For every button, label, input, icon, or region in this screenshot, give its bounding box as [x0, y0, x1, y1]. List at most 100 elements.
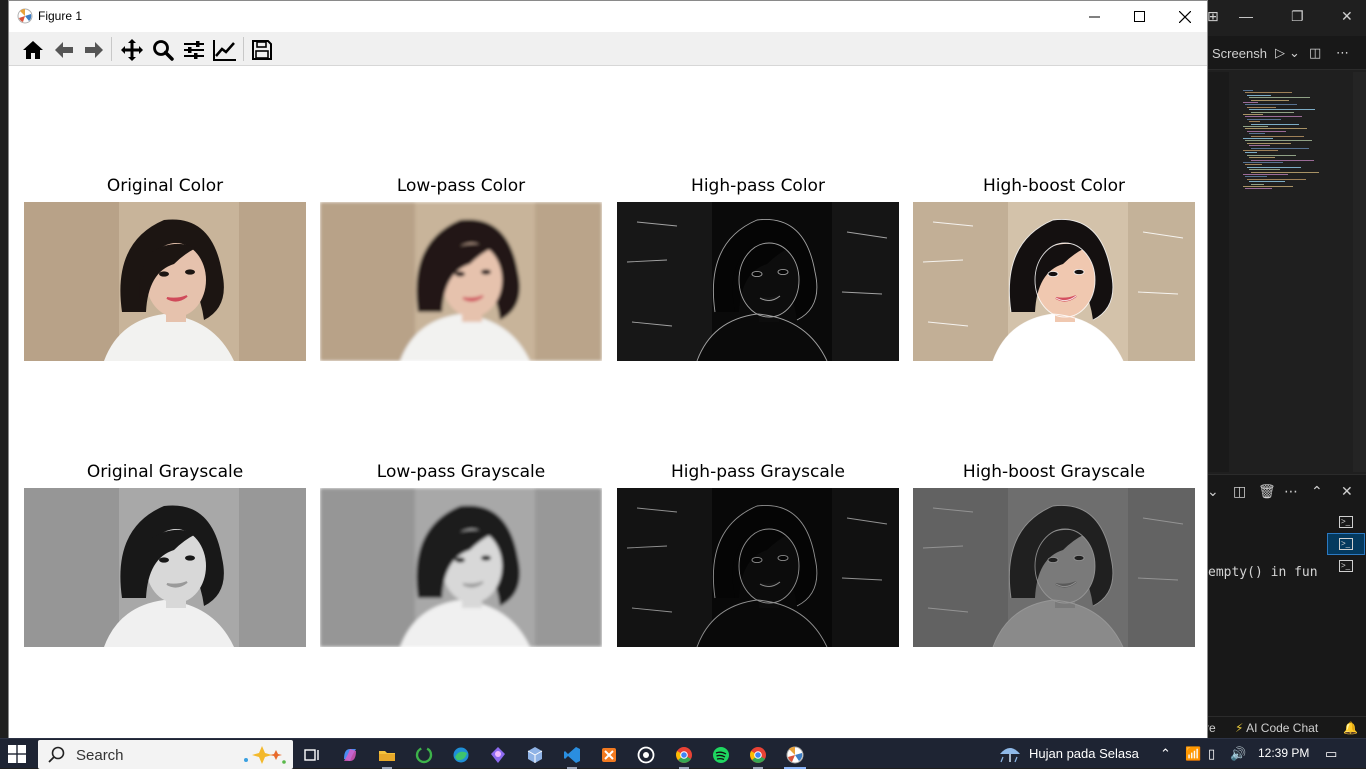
- terminal-icon: >_: [1339, 516, 1353, 528]
- run-icon[interactable]: ▷: [1275, 45, 1285, 61]
- minimap-line: [1251, 123, 1299, 125]
- app-green-circle-icon: [415, 746, 433, 764]
- wifi-icon[interactable]: 📶: [1185, 746, 1201, 762]
- terminal-icon: >_: [1339, 538, 1353, 550]
- subplot-image[interactable]: [913, 488, 1195, 647]
- minimize-icon[interactable]: —: [1239, 8, 1253, 24]
- zoom-button[interactable]: [150, 37, 176, 63]
- more-actions-icon[interactable]: ⋯: [1336, 45, 1349, 61]
- close-button[interactable]: [1162, 1, 1208, 32]
- subplot-image[interactable]: [913, 202, 1195, 361]
- speaker-icon[interactable]: 🔊: [1230, 746, 1246, 762]
- minimap-line: [1245, 188, 1272, 190]
- minimap-line: [1245, 140, 1312, 142]
- more-actions-icon[interactable]: ⋯: [1284, 483, 1298, 500]
- chevron-up-icon[interactable]: ⌃: [1311, 483, 1323, 500]
- editor-gutter: [1205, 72, 1229, 472]
- chevron-down-icon[interactable]: ⌄: [1207, 483, 1219, 500]
- home-button[interactable]: [20, 37, 46, 63]
- ai-code-chat-label: AI Code Chat: [1246, 721, 1319, 735]
- taskbar-app-edge[interactable]: [446, 741, 476, 769]
- subplot-image[interactable]: [24, 488, 306, 647]
- spark-icon: ⚡: [1235, 721, 1244, 735]
- search-icon: [48, 746, 65, 763]
- minimap[interactable]: [1237, 90, 1347, 200]
- file-explorer-icon: [379, 751, 395, 761]
- restore-icon[interactable]: ❐: [1291, 8, 1304, 25]
- edit-axis-icon: [213, 40, 236, 61]
- pan-button[interactable]: [119, 37, 145, 63]
- chevron-up-icon[interactable]: ⌃: [1160, 746, 1171, 762]
- notifications-icon[interactable]: ▭: [1325, 746, 1337, 762]
- subplot-image[interactable]: [617, 202, 899, 361]
- editor-tab[interactable]: Screensh: [1212, 46, 1267, 61]
- taskbar-app-python-figure[interactable]: [780, 741, 810, 769]
- terminal-instance[interactable]: >_: [1327, 533, 1365, 555]
- terminal-output[interactable]: empty() in fun: [1208, 565, 1318, 580]
- subplot-title: High-boost Color: [982, 176, 1126, 196]
- subplot-title: High-pass Color: [691, 176, 825, 196]
- minimap-line: [1245, 176, 1267, 178]
- forward-arrow-icon: [85, 42, 103, 58]
- forward-button[interactable]: [81, 37, 107, 63]
- save-button[interactable]: [249, 37, 275, 63]
- subplot-image[interactable]: [24, 202, 306, 361]
- minimap-line: [1251, 135, 1304, 137]
- taskbar-app-file-explorer[interactable]: [372, 741, 402, 769]
- taskbar-app-spotify[interactable]: [706, 741, 736, 769]
- edit-axis-button[interactable]: [212, 37, 238, 63]
- split-terminal-icon[interactable]: ◫: [1233, 483, 1246, 500]
- back-button[interactable]: [51, 37, 77, 63]
- minimap-line: [1249, 157, 1275, 159]
- minimap-line: [1245, 104, 1297, 106]
- taskbar-app-app-cube[interactable]: [520, 741, 550, 769]
- figure-titlebar: Figure 1: [9, 1, 1207, 32]
- chevron-down-icon[interactable]: ⌄: [1289, 45, 1300, 61]
- close-icon[interactable]: ✕: [1341, 8, 1353, 25]
- taskbar-app-whatsapp[interactable]: [631, 741, 661, 769]
- windows-start-icon[interactable]: [8, 745, 26, 763]
- terminal-panel: ⌄ ◫ 🗑 ⋯ ⌃ ✕ empty() in fun >_ >_ >_: [1205, 474, 1366, 716]
- trash-icon[interactable]: 🗑: [1258, 483, 1276, 500]
- code-editor[interactable]: [1205, 72, 1366, 472]
- subplot-image[interactable]: [320, 488, 602, 647]
- layout-icon[interactable]: ⊞: [1207, 8, 1219, 25]
- close-panel-icon[interactable]: ✕: [1341, 483, 1353, 500]
- minimap-line: [1249, 133, 1265, 135]
- taskbar-app-chrome-alt[interactable]: [743, 741, 773, 769]
- search-highlight-icon: [244, 746, 286, 764]
- clock[interactable]: 12:39 PM: [1258, 746, 1309, 760]
- taskbar: Search Hujan pada Selasa ⌃ 📶 ▯ 🔊 12:39 P…: [0, 738, 1366, 769]
- minimap-line: [1249, 169, 1280, 171]
- weather-text[interactable]: Hujan pada Selasa: [1029, 746, 1139, 761]
- taskbar-app-chrome[interactable]: [669, 741, 699, 769]
- figure-window: Figure 1 Original Color Low-pass Color H…: [8, 0, 1208, 740]
- taskbar-app-app-purple[interactable]: [483, 741, 513, 769]
- edge-icon: [453, 747, 469, 763]
- configure-subplots-button[interactable]: [181, 37, 207, 63]
- ai-code-chat-button[interactable]: ⚡ AI Code Chat: [1235, 721, 1318, 735]
- pan-icon: [121, 39, 143, 61]
- battery-icon[interactable]: ▯: [1208, 746, 1215, 762]
- taskbar-app-vscode[interactable]: [557, 741, 587, 769]
- editor-scrollbar[interactable]: [1353, 72, 1366, 472]
- taskbar-app-copilot[interactable]: [335, 741, 365, 769]
- terminal-instance[interactable]: >_: [1327, 511, 1365, 533]
- home-icon: [23, 41, 43, 59]
- taskbar-search[interactable]: Search: [38, 740, 293, 769]
- subplot-image[interactable]: [320, 202, 602, 361]
- terminal-instance[interactable]: >_: [1327, 555, 1365, 577]
- taskbar-app-task-view[interactable]: [297, 741, 327, 769]
- maximize-icon: [1133, 11, 1145, 22]
- minimize-button[interactable]: [1071, 1, 1117, 32]
- minimize-icon: [1088, 16, 1100, 18]
- rain-weather-icon[interactable]: [998, 742, 1022, 766]
- notifications-icon[interactable]: 🔔: [1343, 721, 1358, 735]
- taskbar-app-app-green-circle[interactable]: [409, 741, 439, 769]
- minimap-line: [1249, 109, 1315, 111]
- subplot-image[interactable]: [617, 488, 899, 647]
- maximize-button[interactable]: [1116, 1, 1162, 32]
- taskbar-app-xampp[interactable]: [594, 741, 624, 769]
- split-editor-icon[interactable]: ◫: [1309, 45, 1321, 61]
- figure-canvas[interactable]: Original Color Low-pass Color High-pass Co…: [9, 66, 1207, 739]
